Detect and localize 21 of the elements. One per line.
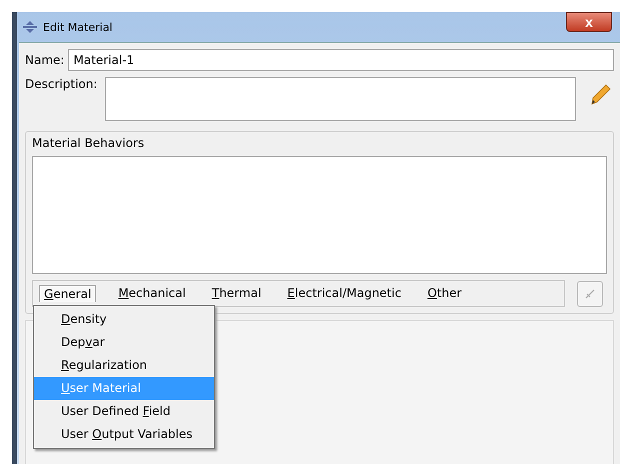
window-title: Edit Material: [43, 20, 112, 34]
description-label: Description:: [25, 77, 98, 91]
menu-option[interactable]: Depvar: [34, 331, 214, 354]
group-title: Material Behaviors: [32, 136, 146, 150]
menu-item[interactable]: General: [39, 285, 96, 302]
menu-option[interactable]: User Defined Field: [34, 400, 214, 423]
edit-button[interactable]: [577, 280, 603, 306]
behaviors-list[interactable]: [32, 156, 607, 274]
menu-option[interactable]: Density: [34, 308, 214, 331]
menu-option[interactable]: Regularization: [34, 354, 214, 377]
app-icon: [23, 21, 37, 33]
name-field[interactable]: Material-1: [68, 49, 614, 71]
menu-item[interactable]: Other: [423, 285, 466, 302]
menu-item[interactable]: Thermal: [208, 285, 266, 302]
stroke-icon: [584, 288, 596, 300]
description-field[interactable]: [105, 77, 576, 121]
close-button[interactable]: x: [566, 12, 612, 32]
menu-option[interactable]: User Output Variables: [34, 423, 214, 446]
name-label: Name:: [25, 53, 64, 67]
menu-item[interactable]: Mechanical: [114, 285, 190, 302]
menu-item[interactable]: Electrical/Magnetic: [283, 285, 406, 302]
